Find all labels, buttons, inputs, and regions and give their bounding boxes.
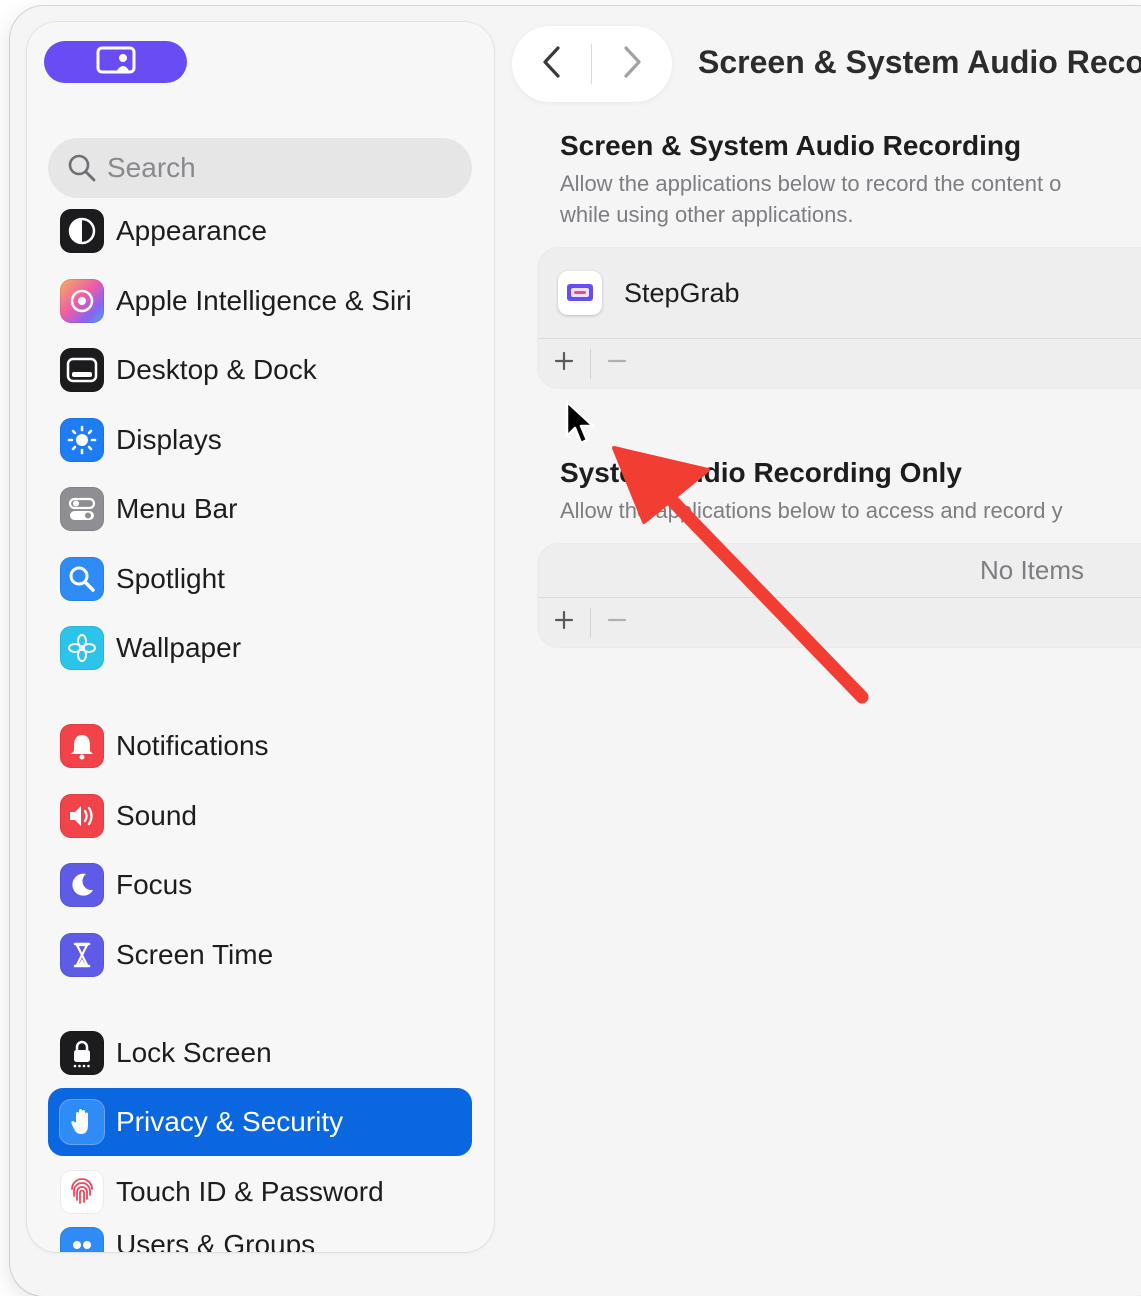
sidebar-item-label: Focus [116,869,193,900]
sidebar-item-label: Privacy & Security [116,1106,344,1137]
description-line: while using other applications. [560,202,854,227]
audio-recording-section-title: System Audio Recording Only [560,457,962,488]
chevron-left-icon [541,45,563,84]
sidebar-item-displays[interactable]: Displays [48,406,472,474]
moon-icon [60,863,104,907]
siri-icon [60,279,104,323]
add-app-button[interactable] [538,339,590,388]
list-footer [538,598,1141,647]
page-title: Screen & System Audio Reco [698,44,1141,80]
app-name: StepGrab [624,277,740,308]
sidebar-item-label: Lock Screen [116,1037,272,1068]
sidebar-item-label: Touch ID & Password [116,1176,384,1207]
lock-icon [60,1031,104,1075]
sidebar-item-label: Screen Time [116,939,274,970]
main-content: Screen & System Audio Reco Screen & Syst… [500,6,1141,1296]
sidebar-item-label: Appearance [116,215,268,246]
sidebar-item-screen-time[interactable]: Screen Time [48,921,472,989]
back-button[interactable] [512,26,591,102]
app-row-stepgrab[interactable]: StepGrab [538,248,1141,339]
flower-icon [60,626,104,670]
forward-button[interactable] [592,26,671,102]
account-pill-button[interactable] [44,41,187,83]
sun-icon [60,418,104,462]
sidebar-item-focus[interactable]: Focus [48,851,472,919]
no-items-label: No Items [980,555,1085,585]
sidebar-item-label: Desktop & Dock [116,354,317,385]
sidebar-item-sound[interactable]: Sound [48,782,472,850]
sidebar-item-label: Users & Groups [116,1229,316,1252]
stepgrab-icon [558,271,602,315]
sidebar-item-label: Menu Bar [116,493,238,524]
sidebar-item-label: Wallpaper [116,632,242,663]
minus-icon [607,610,627,635]
sidebar-item-lock-screen[interactable]: Lock Screen [48,1019,472,1087]
minus-icon [607,351,627,376]
sidebar-item-desktop-dock[interactable]: Desktop & Dock [48,336,472,404]
sidebar-item-appearance[interactable]: Appearance [48,197,472,265]
hourglass-icon [60,933,104,977]
sidebar-item-notifications[interactable]: Notifications [48,712,472,780]
audio-recording-app-list: No Items [538,544,1141,647]
screen-person-icon [96,46,136,79]
sidebar-item-users-groups[interactable]: Users & Groups [48,1215,472,1252]
bell-icon [60,724,104,768]
settings-window: Search Appearance Apple Intelligence & S… [10,6,1141,1296]
users-icon [60,1227,104,1252]
sidebar: Search Appearance Apple Intelligence & S… [27,22,494,1252]
search-placeholder: Search [107,152,196,183]
sidebar-item-spotlight[interactable]: Spotlight [48,545,472,613]
sidebar-item-label: Sound [116,800,197,831]
chevron-right-icon [621,45,643,84]
remove-app-button[interactable] [591,339,643,388]
magnifier-icon [60,557,104,601]
sidebar-item-label: Notifications [116,730,269,761]
fingerprint-icon [60,1170,104,1214]
sidebar-item-privacy-security[interactable]: Privacy & Security [48,1088,472,1156]
sidebar-item-menu-bar[interactable]: Menu Bar [48,475,472,543]
screen-recording-section-description: Allow the applications below to record t… [560,168,1141,230]
toggles-icon [60,487,104,531]
sidebar-item-label: Spotlight [116,563,225,594]
screen-recording-app-list: StepGrab [538,248,1141,388]
plus-icon [554,351,574,376]
dock-icon [60,348,104,392]
history-navigation [512,26,672,102]
mouse-cursor-icon [565,400,595,445]
audio-recording-section-description: Allow the applications below to access a… [560,498,1063,523]
sidebar-item-label: Apple Intelligence & Siri [116,285,412,316]
empty-list-row: No Items [538,544,1141,598]
hand-icon [60,1100,104,1144]
list-footer [538,339,1141,388]
appearance-icon [60,209,104,253]
sidebar-item-label: Displays [116,424,222,455]
sidebar-item-wallpaper[interactable]: Wallpaper [48,614,472,682]
plus-icon [554,610,574,635]
sidebar-search[interactable]: Search [48,138,472,198]
remove-app-button[interactable] [591,598,643,647]
search-icon [67,153,97,183]
description-line: Allow the applications below to record t… [560,171,1062,196]
screen-recording-section-title: Screen & System Audio Recording [560,130,1022,161]
add-app-button[interactable] [538,598,590,647]
speaker-icon [60,794,104,838]
sidebar-item-apple-intelligence[interactable]: Apple Intelligence & Siri [48,267,472,335]
